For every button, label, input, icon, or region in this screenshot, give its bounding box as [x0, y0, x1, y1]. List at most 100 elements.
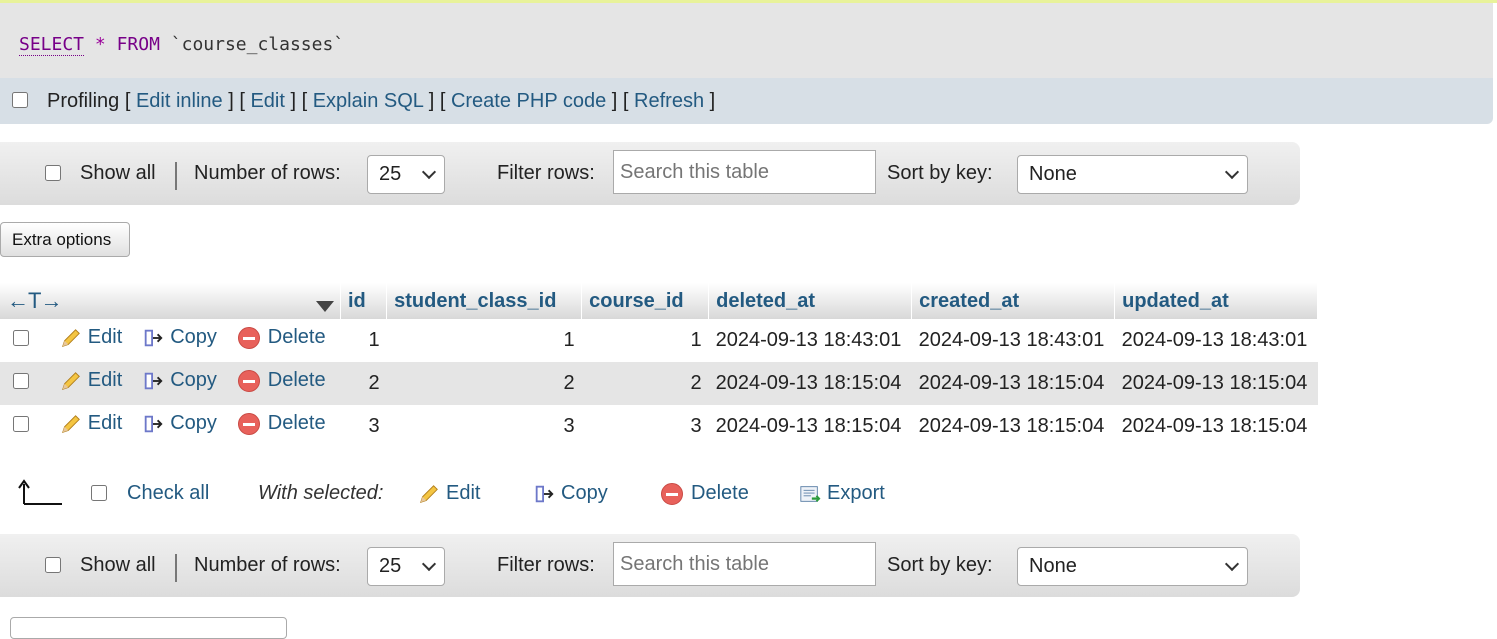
column-header-student-class-id[interactable]: student_class_id [386, 283, 583, 319]
bulk-delete-label: Delete [691, 482, 749, 504]
show-all-checkbox[interactable] [45, 557, 61, 573]
row-copy-button[interactable]: Copy [142, 412, 217, 435]
cell-deleted-at[interactable]: 2024-09-13 18:15:04 [708, 362, 912, 405]
bulk-delete-button[interactable]: Delete [661, 482, 749, 505]
bulk-export-label: Export [827, 482, 885, 504]
create-php-code-link[interactable]: Create PHP code [451, 90, 606, 112]
row-checkbox[interactable] [13, 416, 29, 432]
row-delete-button[interactable]: Delete [237, 412, 326, 435]
profiling-label: Profiling [47, 90, 120, 112]
row-edit-button[interactable]: Edit [60, 369, 122, 392]
refresh-link[interactable]: Refresh [634, 90, 704, 112]
query-results-operations-box [10, 617, 287, 639]
row-delete-label: Delete [267, 369, 326, 392]
delete-icon [237, 412, 260, 435]
row-checkbox[interactable] [13, 373, 29, 389]
query-tools: Profiling [ Edit inline ] [ Edit ] [ Exp… [47, 90, 716, 112]
cell-id[interactable]: 1 [340, 319, 387, 362]
show-all-checkbox[interactable] [45, 165, 61, 181]
copy-icon [535, 485, 554, 502]
divider [175, 162, 177, 190]
delete-icon [237, 326, 260, 349]
row-edit-label: Edit [87, 369, 123, 392]
cell-created-at[interactable]: 2024-09-13 18:43:01 [911, 319, 1115, 362]
filter-rows-input[interactable] [613, 150, 876, 194]
column-header-course-id[interactable]: course_id [581, 283, 710, 319]
bulk-edit-button[interactable]: Edit [418, 482, 480, 505]
sql-table-name: `course_classes` [170, 34, 345, 55]
table-row: Edit Copy Delete 3 3 3 2024-09-13 18:15:04 2024… [0, 405, 1318, 448]
cell-course-id[interactable]: 1 [581, 319, 709, 362]
column-header-created-at[interactable]: created_at [911, 283, 1116, 319]
cell-course-id[interactable]: 3 [581, 405, 709, 448]
actions-header: ←T→ [0, 283, 341, 319]
sql-query-box[interactable]: SELECT * FROM `course_classes` [0, 3, 1493, 78]
table-row: Edit Copy Delete 2 2 2 2024-09-13 18:15:04 2024… [0, 362, 1318, 405]
chevron-down-icon [1224, 556, 1240, 572]
number-of-rows-value: 25 [379, 555, 402, 577]
sql-query: SELECT * FROM `course_classes` [19, 34, 345, 56]
column-resize-icon[interactable]: ←T→ [7, 288, 62, 313]
filter-rows-input[interactable] [613, 542, 876, 586]
sort-by-key-label: Sort by key: [887, 162, 993, 184]
pencil-icon [61, 328, 80, 347]
cell-student-class-id[interactable]: 1 [386, 319, 582, 362]
number-of-rows-value: 25 [379, 163, 402, 185]
profiling-checkbox[interactable] [12, 92, 28, 108]
edit-inline-link[interactable]: Edit inline [136, 90, 223, 112]
cell-id[interactable]: 2 [340, 362, 387, 405]
query-tools-bar: Profiling [ Edit inline ] [ Edit ] [ Exp… [0, 78, 1493, 124]
table-row: Edit Copy Delete 1 1 1 2024-09-13 18:43:01 2024… [0, 319, 1318, 362]
row-edit-button[interactable]: Edit [60, 326, 122, 349]
cell-id[interactable]: 3 [340, 405, 387, 448]
cell-deleted-at[interactable]: 2024-09-13 18:15:04 [708, 405, 912, 448]
cell-deleted-at[interactable]: 2024-09-13 18:43:01 [708, 319, 912, 362]
sort-options-icon[interactable] [316, 295, 334, 318]
table-header-row: ←T→ id student_class_id course_id delete… [0, 283, 1319, 319]
cell-course-id[interactable]: 2 [581, 362, 709, 405]
results-table: ←T→ id student_class_id course_id delete… [0, 283, 1319, 448]
number-of-rows-label: Number of rows: [194, 162, 341, 184]
row-copy-label: Copy [170, 369, 217, 392]
divider [175, 554, 177, 582]
row-copy-button[interactable]: Copy [142, 326, 217, 349]
row-delete-button[interactable]: Delete [237, 369, 326, 392]
check-all-link[interactable]: Check all [127, 482, 209, 505]
column-header-deleted-at[interactable]: deleted_at [708, 283, 913, 319]
check-all-checkbox[interactable] [91, 485, 107, 501]
explain-sql-link[interactable]: Explain SQL [313, 90, 423, 112]
sql-keyword-select: SELECT [19, 34, 85, 56]
sql-keyword-from: FROM [116, 34, 160, 55]
number-of-rows-select[interactable]: 25 [367, 155, 445, 194]
cell-updated-at[interactable]: 2024-09-13 18:43:01 [1114, 319, 1318, 362]
bulk-copy-button[interactable]: Copy [533, 482, 608, 505]
show-all-label[interactable]: Show all [80, 162, 156, 185]
cell-student-class-id[interactable]: 2 [386, 362, 582, 405]
extra-options-button[interactable]: Extra options [0, 222, 130, 257]
chevron-down-icon [1224, 164, 1240, 180]
cell-student-class-id[interactable]: 3 [386, 405, 582, 448]
pencil-icon [61, 371, 80, 390]
sort-by-key-label: Sort by key: [887, 554, 993, 576]
filter-rows-label: Filter rows: [497, 162, 595, 184]
edit-query-link[interactable]: Edit [250, 90, 284, 112]
cell-updated-at[interactable]: 2024-09-13 18:15:04 [1114, 362, 1318, 405]
cell-created-at[interactable]: 2024-09-13 18:15:04 [911, 362, 1115, 405]
row-delete-button[interactable]: Delete [237, 326, 326, 349]
number-of-rows-select[interactable]: 25 [367, 547, 445, 586]
sort-by-key-value: None [1029, 555, 1077, 577]
sort-by-key-select[interactable]: None [1017, 547, 1248, 586]
sort-by-key-select[interactable]: None [1017, 155, 1248, 194]
navigation-bar-top: Show all Number of rows: 25 Filter rows:… [0, 142, 1300, 205]
cell-updated-at[interactable]: 2024-09-13 18:15:04 [1114, 405, 1318, 448]
chevron-down-icon [421, 164, 437, 180]
show-all-label[interactable]: Show all [80, 554, 156, 577]
cell-created-at[interactable]: 2024-09-13 18:15:04 [911, 405, 1115, 448]
column-header-id[interactable]: id [340, 283, 388, 319]
row-checkbox[interactable] [13, 330, 29, 346]
row-copy-button[interactable]: Copy [142, 369, 217, 392]
column-header-updated-at[interactable]: updated_at [1114, 283, 1319, 319]
row-edit-button[interactable]: Edit [60, 412, 122, 435]
copy-icon [144, 415, 163, 432]
bulk-export-button[interactable]: Export [799, 482, 885, 505]
